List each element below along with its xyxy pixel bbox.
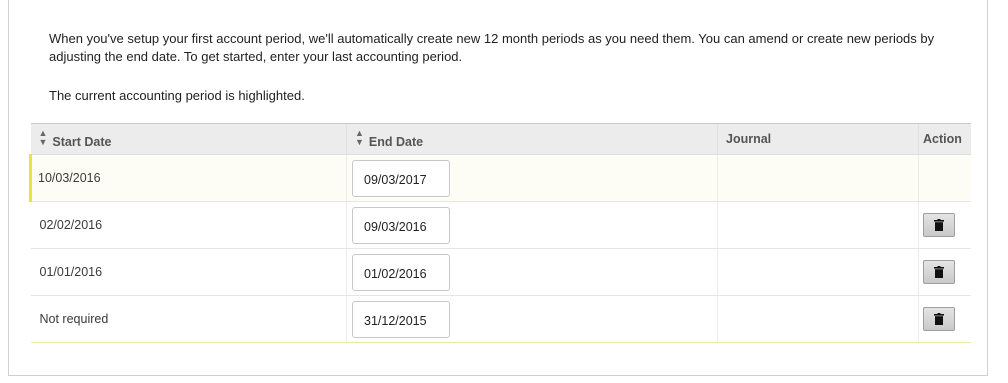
sort-icon: ▲ ▼ [38, 128, 48, 147]
end-date-cell [346, 295, 718, 343]
end-date-input[interactable] [352, 253, 450, 291]
sort-icon: ▲ ▼ [355, 128, 364, 147]
action-cell [918, 154, 971, 202]
current-period-note: The current accounting period is highlig… [49, 88, 305, 103]
end-date-input[interactable] [352, 206, 450, 244]
end-date-column-header[interactable]: ▲ ▼ End Date [346, 123, 718, 155]
start-date-cell: 01/01/2016 [30, 248, 347, 296]
journal-cell [717, 248, 919, 296]
table-row: 01/01/2016 [30, 248, 971, 296]
trash-icon [934, 266, 944, 278]
delete-period-button[interactable] [923, 260, 955, 284]
end-date-cell [346, 201, 718, 249]
table-row-current-period: 10/03/2016 [29, 154, 971, 202]
delete-period-button[interactable] [923, 213, 955, 237]
end-date-cell [346, 248, 718, 296]
journal-cell [717, 295, 919, 343]
end-date-cell [346, 154, 718, 202]
end-date-input[interactable] [352, 159, 450, 197]
intro-paragraph: When you've setup your first account per… [49, 31, 935, 64]
accounting-periods-table: ▲ ▼ Start Date ▲ ▼ End Date Journal Action 1… [29, 123, 971, 343]
start-date-cell: 02/02/2016 [30, 201, 347, 249]
end-date-input[interactable] [352, 300, 450, 338]
intro-text: When you've setup your first account per… [49, 30, 969, 105]
delete-period-button[interactable] [923, 307, 955, 331]
action-cell [918, 295, 971, 343]
table-row: 02/02/2016 [30, 201, 971, 249]
table-header-row: ▲ ▼ Start Date ▲ ▼ End Date Journal Action [30, 123, 971, 155]
journal-column-header: Journal [717, 123, 919, 155]
journal-cell [717, 154, 919, 202]
action-cell [918, 248, 971, 296]
trash-icon [934, 219, 944, 231]
action-cell [918, 201, 971, 249]
start-date-cell: 10/03/2016 [29, 154, 347, 202]
start-date-cell: Not required [30, 295, 347, 343]
end-date-header-label: End Date [368, 135, 424, 149]
start-date-header-label: Start Date [52, 135, 112, 149]
journal-cell [717, 201, 919, 249]
trash-icon [934, 313, 944, 325]
table-row: Not required [30, 295, 971, 343]
action-column-header: Action [918, 123, 971, 155]
start-date-column-header[interactable]: ▲ ▼ Start Date [30, 123, 347, 155]
